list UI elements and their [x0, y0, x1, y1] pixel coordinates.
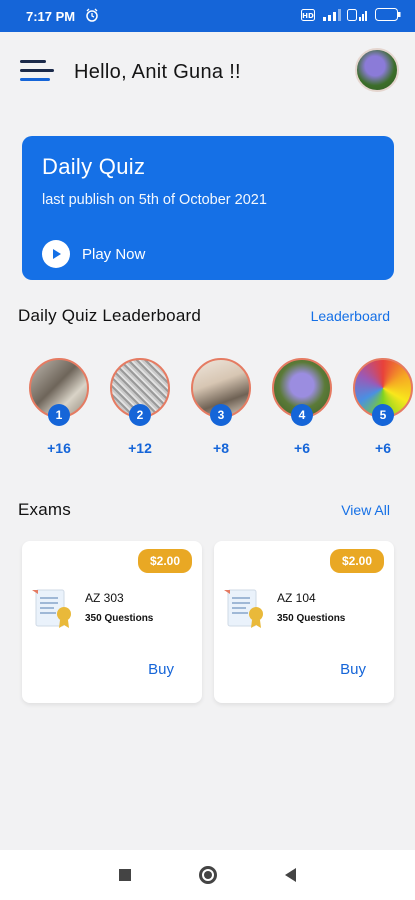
status-time: 7:17 PM — [26, 8, 76, 24]
back-icon[interactable] — [285, 868, 296, 882]
price-badge: $2.00 — [330, 549, 384, 573]
quiz-card-title: Daily Quiz — [42, 154, 146, 179]
home-icon[interactable] — [199, 866, 217, 884]
rank-badge: 1 — [48, 404, 70, 426]
rank-badge: 4 — [291, 404, 313, 426]
leader-avatar: 5 — [353, 358, 413, 426]
leaderboard-link[interactable]: Leaderboard — [311, 308, 390, 324]
view-all-link[interactable]: View All — [341, 502, 390, 518]
wifi-icon — [347, 8, 369, 24]
leader-avatar: 2 — [110, 358, 170, 426]
leader-avatar: 1 — [29, 358, 89, 426]
play-icon — [42, 240, 70, 268]
hamburger-menu-icon[interactable] — [20, 60, 54, 84]
exam-code: AZ 104 — [277, 591, 316, 605]
buy-button[interactable]: Buy — [340, 661, 366, 678]
buy-button[interactable]: Buy — [148, 661, 174, 678]
leader-item[interactable]: 1 +16 — [28, 358, 90, 456]
app-header: Hello, Anit Guna !! — [0, 32, 415, 112]
rank-badge: 3 — [210, 404, 232, 426]
exam-question-count: 350 Questions — [85, 613, 154, 624]
exams-title: Exams — [18, 500, 71, 519]
daily-quiz-card[interactable]: Daily Quiz last publish on 5th of Octobe… — [22, 136, 394, 280]
leaderboard-list: 1 +16 2 +12 3 +8 4 +6 5 +6 — [0, 358, 415, 468]
leader-score: +8 — [213, 440, 229, 456]
alarm-icon — [85, 8, 99, 25]
leader-avatar: 3 — [191, 358, 251, 426]
leader-avatar: 4 — [272, 358, 332, 426]
leader-item[interactable]: 5 +6 — [352, 358, 414, 456]
leader-score: +6 — [375, 440, 391, 456]
hd-icon: HD — [301, 8, 315, 24]
certificate-icon — [222, 584, 270, 632]
leader-item[interactable]: 2 +12 — [109, 358, 171, 456]
leader-score: +6 — [294, 440, 310, 456]
rank-badge: 5 — [372, 404, 394, 426]
exam-question-count: 350 Questions — [277, 613, 346, 624]
system-nav-bar — [0, 850, 415, 900]
exam-card[interactable]: $2.00 AZ 303 350 Questions Buy — [22, 541, 202, 703]
greeting-text: Hello, Anit Guna !! — [74, 60, 241, 83]
recents-icon[interactable] — [119, 869, 131, 881]
leaderboard-section-header: Daily Quiz Leaderboard Leaderboard — [18, 306, 390, 326]
exam-code: AZ 303 — [85, 591, 124, 605]
rank-badge: 2 — [129, 404, 151, 426]
exams-section-header: Exams View All — [18, 500, 390, 520]
status-bar: 7:17 PM HD — [0, 0, 415, 32]
certificate-icon — [30, 584, 78, 632]
signal-icon — [321, 8, 341, 24]
leader-score: +12 — [128, 440, 152, 456]
play-now-label: Play Now — [82, 245, 146, 263]
play-now-button[interactable]: Play Now — [42, 240, 145, 268]
price-badge: $2.00 — [138, 549, 192, 573]
leader-score: +16 — [47, 440, 71, 456]
svg-text:HD: HD — [302, 12, 314, 20]
leaderboard-title: Daily Quiz Leaderboard — [18, 306, 201, 325]
user-avatar[interactable] — [355, 48, 399, 92]
leader-item[interactable]: 3 +8 — [190, 358, 252, 456]
exam-card[interactable]: $2.00 AZ 104 350 Questions Buy — [214, 541, 394, 703]
battery-icon — [375, 8, 401, 24]
quiz-card-subtitle: last publish on 5th of October 2021 — [42, 192, 267, 208]
leader-item[interactable]: 4 +6 — [271, 358, 333, 456]
